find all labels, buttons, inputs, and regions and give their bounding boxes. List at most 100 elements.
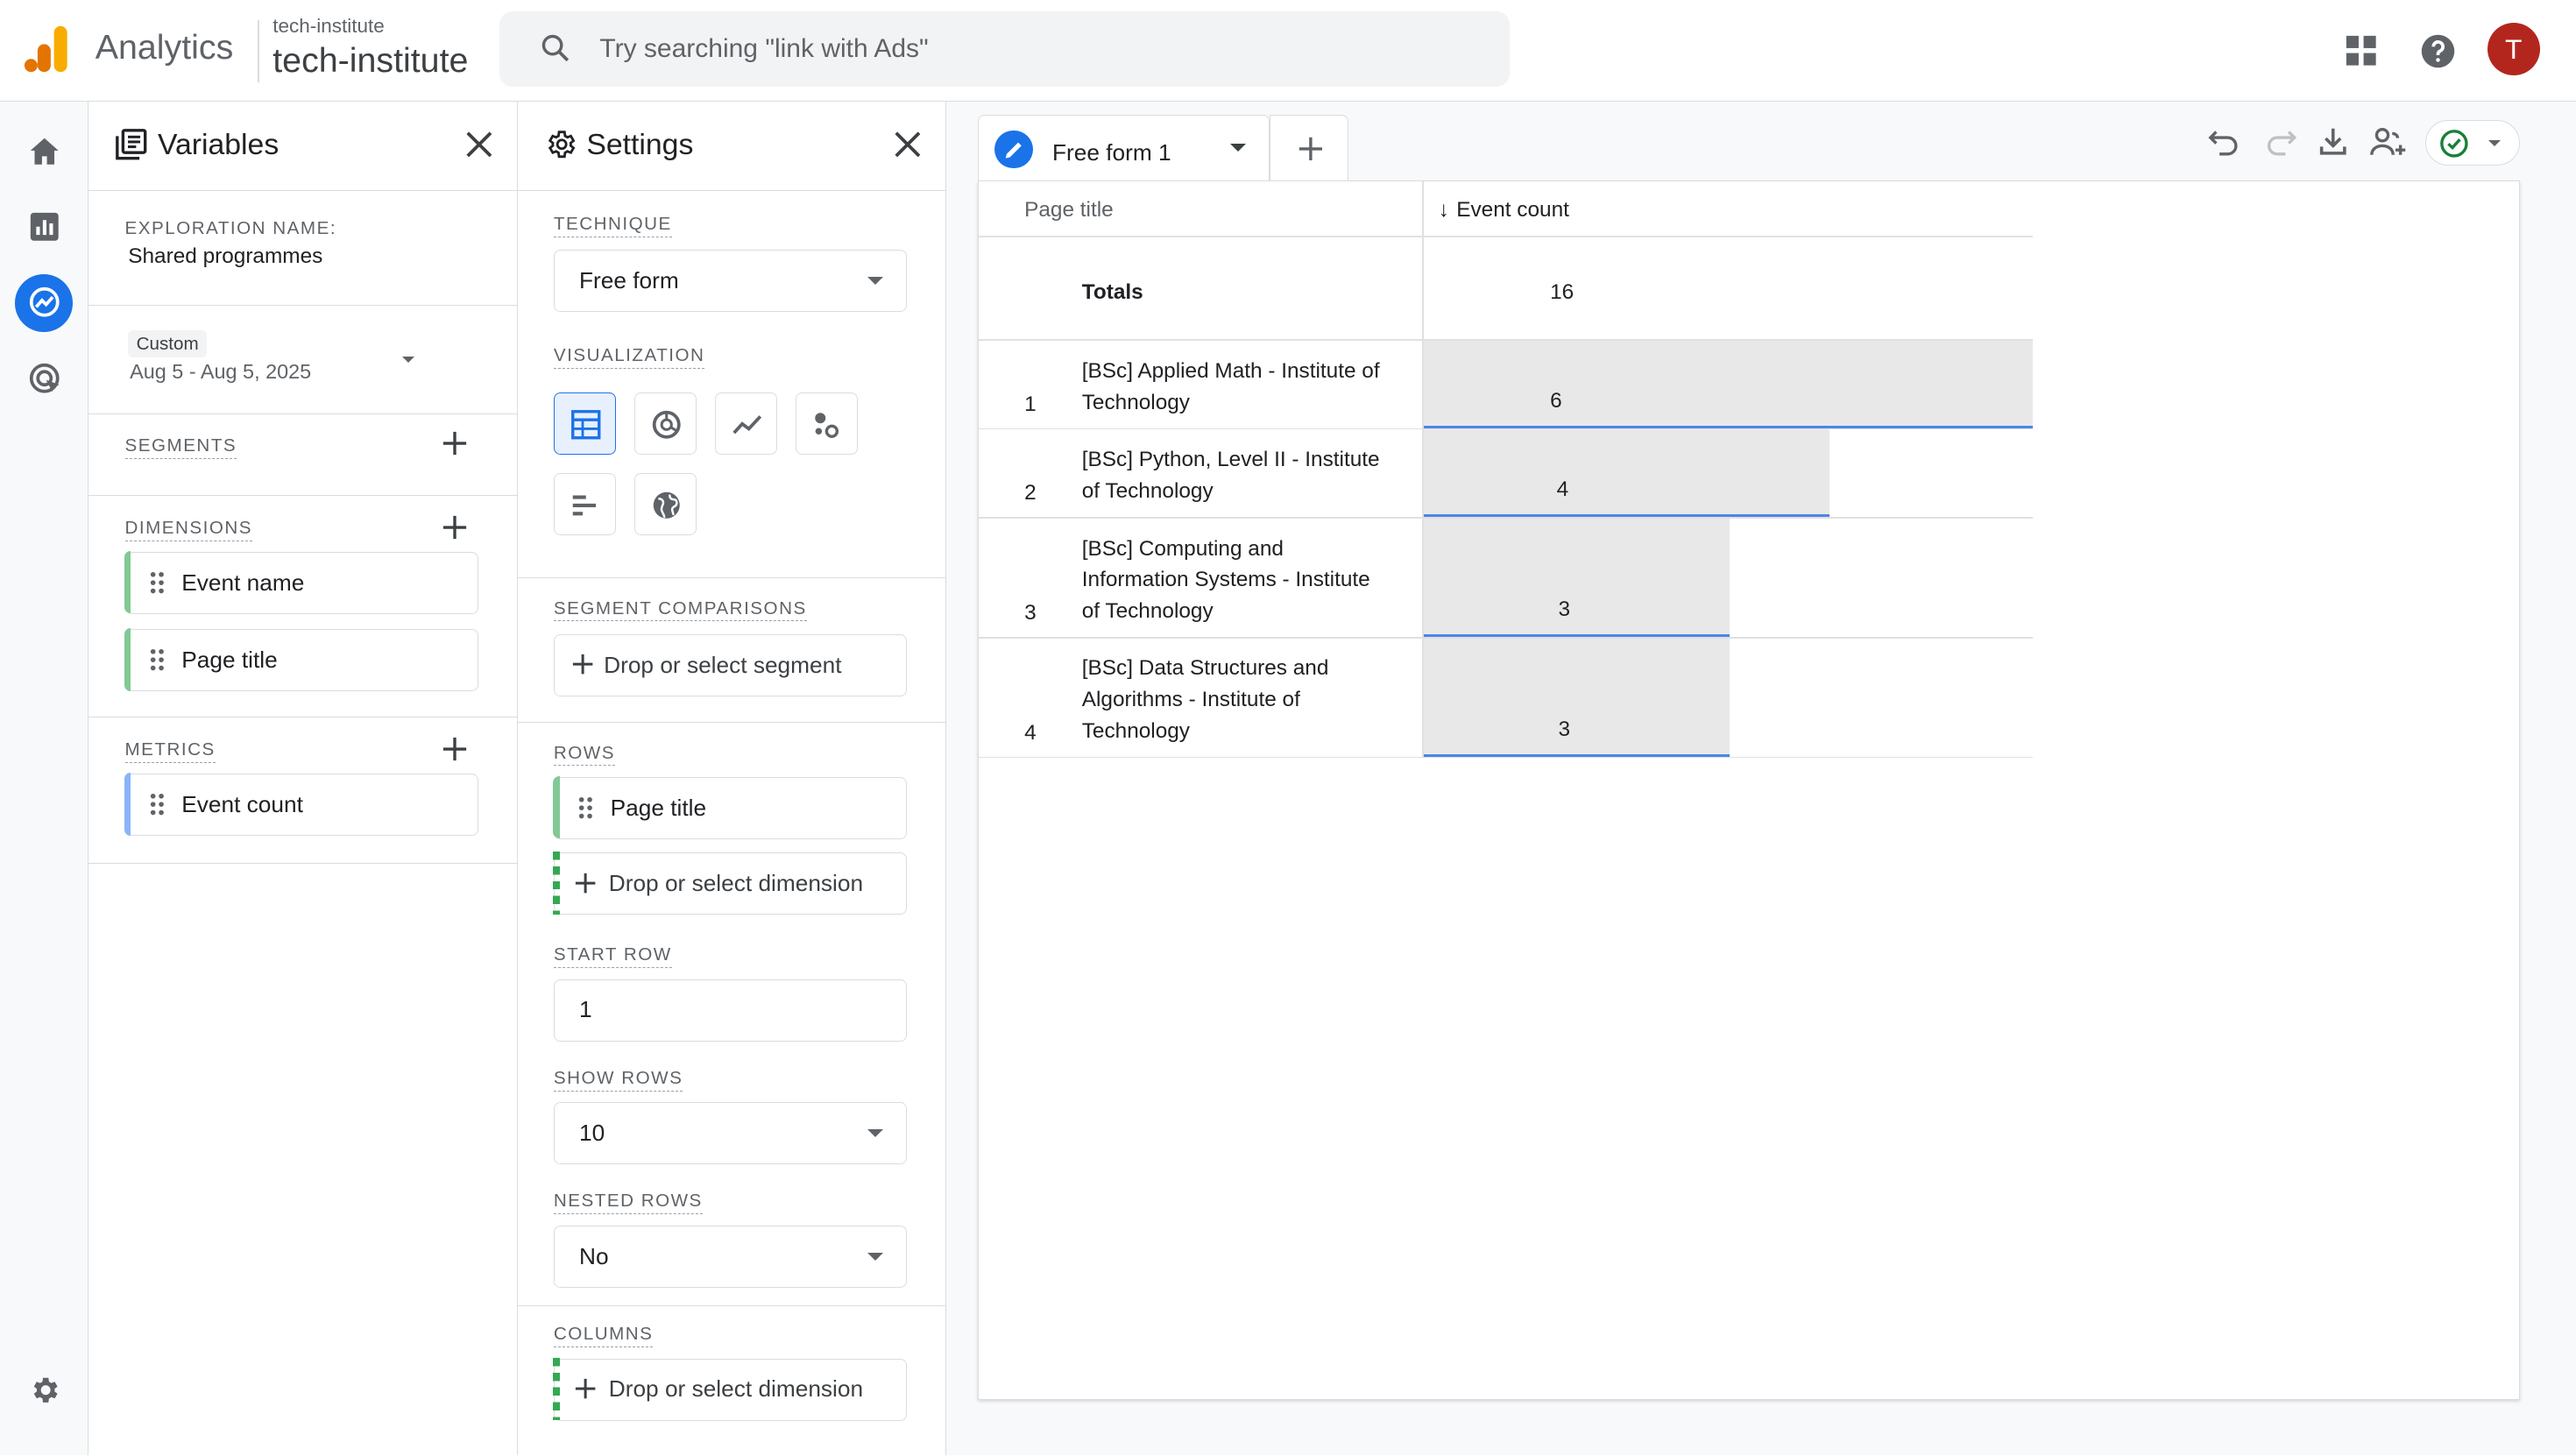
reports-icon[interactable] xyxy=(28,210,61,244)
date-range-section[interactable]: Custom Aug 5 - Aug 5, 2025 xyxy=(88,306,517,414)
nested-rows-select[interactable]: No xyxy=(553,1225,907,1288)
rows-section: ROWS Page title Drop or select dimension… xyxy=(517,723,945,1306)
plus-icon xyxy=(571,653,594,675)
chevron-down-icon[interactable] xyxy=(402,356,415,363)
show-rows-select[interactable]: 10 xyxy=(553,1102,907,1165)
drop-zone-marker xyxy=(553,1357,560,1420)
admin-gear-icon[interactable] xyxy=(28,1374,61,1407)
line-chart-icon[interactable] xyxy=(714,392,777,456)
close-icon[interactable] xyxy=(464,130,494,159)
date-custom-badge: Custom xyxy=(128,329,208,358)
rows-label: ROWS xyxy=(553,743,615,767)
row-divider xyxy=(978,636,2034,639)
metric-label: Event count xyxy=(181,790,303,817)
publish-status-button[interactable] xyxy=(2424,119,2521,166)
home-icon[interactable] xyxy=(28,135,61,168)
dimensions-section: DIMENSIONS Event name Page title xyxy=(88,496,517,718)
scatter-plot-icon[interactable] xyxy=(795,392,858,456)
avatar[interactable]: T xyxy=(2487,23,2540,76)
row-dimension-chip[interactable]: Page title xyxy=(553,776,907,840)
show-rows-label: SHOW ROWS xyxy=(553,1068,683,1092)
dimension-color-bar xyxy=(124,551,131,614)
apps-grid-icon[interactable] xyxy=(2345,28,2378,67)
event-count-cell: 6 xyxy=(1550,388,1562,413)
technique-label: TECHNIQUE xyxy=(553,214,672,237)
edit-pencil-icon[interactable] xyxy=(994,131,1033,169)
column-drop-zone[interactable]: Drop or select dimension xyxy=(553,1357,907,1421)
bar-chart-icon[interactable] xyxy=(553,473,617,536)
metric-chip[interactable]: Event count xyxy=(124,773,478,837)
page-title-cell[interactable]: [BSc] Computing and xyxy=(1082,534,1284,565)
dimension-chip[interactable]: Page title xyxy=(124,628,478,692)
add-dimension-icon[interactable] xyxy=(442,514,468,541)
page-title-cell[interactable]: Technology xyxy=(1082,716,1190,747)
publish-check-icon xyxy=(2439,130,2468,158)
exploration-name-input[interactable]: Shared programmes xyxy=(128,244,322,269)
help-icon[interactable] xyxy=(2418,28,2458,71)
page-title-cell[interactable]: [BSc] Python, Level II - Institute xyxy=(1082,444,1380,476)
donut-chart-icon[interactable] xyxy=(633,392,697,456)
add-tab-button[interactable] xyxy=(1270,115,1349,181)
row-number: 3 xyxy=(1024,600,1037,625)
start-row-label: START ROW xyxy=(553,944,672,968)
download-icon[interactable] xyxy=(2317,125,2350,159)
account-name[interactable]: tech-institute xyxy=(272,15,385,38)
start-row-input[interactable]: 1 xyxy=(553,979,907,1042)
segment-drop-zone[interactable]: Drop or select segment xyxy=(553,633,907,696)
table-icon[interactable] xyxy=(553,392,617,456)
metric-bar xyxy=(1423,638,1730,757)
column-header-event-count[interactable]: Event count xyxy=(1456,198,1569,223)
app-name: Analytics xyxy=(95,27,234,67)
search-bar[interactable]: Try searching "link with Ads" xyxy=(499,11,1511,88)
row-divider xyxy=(978,236,2034,237)
page-title-cell[interactable]: Algorithms - Institute of xyxy=(1082,684,1300,716)
page-title-cell[interactable]: [BSc] Data Structures and xyxy=(1082,653,1329,684)
row-divider xyxy=(978,516,2034,519)
add-segment-icon[interactable] xyxy=(442,430,468,456)
drag-handle-icon[interactable] xyxy=(149,793,166,816)
undo-icon[interactable] xyxy=(2208,125,2241,159)
geo-map-icon[interactable] xyxy=(633,473,697,536)
metric-bar xyxy=(1423,429,1829,517)
tab-free-form[interactable]: Free form 1 xyxy=(977,115,1270,181)
nested-rows-label: NESTED ROWS xyxy=(553,1191,703,1215)
columns-label: COLUMNS xyxy=(553,1324,654,1348)
technique-select[interactable]: Free form xyxy=(553,250,907,313)
page-title-cell[interactable]: [BSc] Applied Math - Institute of xyxy=(1082,356,1380,387)
add-metric-icon[interactable] xyxy=(442,736,468,762)
dimension-label: Page title xyxy=(181,646,278,673)
column-header-page-title[interactable]: Page title xyxy=(1024,198,1114,223)
page-title-cell[interactable]: of Technology xyxy=(1082,476,1214,507)
dimension-label: Event name xyxy=(181,569,305,596)
event-count-cell: 4 xyxy=(1556,477,1569,501)
sort-arrow-icon[interactable]: ↓ xyxy=(1439,198,1449,223)
event-count-cell: 3 xyxy=(1558,717,1571,741)
redo-icon[interactable] xyxy=(2264,125,2297,159)
drop-zone-marker xyxy=(553,852,560,915)
plus-icon xyxy=(574,872,597,894)
search-input[interactable]: Try searching "link with Ads" xyxy=(599,34,928,64)
drag-handle-icon[interactable] xyxy=(149,648,166,671)
chevron-down-icon xyxy=(867,1129,883,1137)
drag-handle-icon[interactable] xyxy=(149,571,166,594)
settings-title: Settings xyxy=(586,128,694,162)
share-icon[interactable] xyxy=(2369,125,2409,159)
metric-color-bar xyxy=(124,773,131,836)
metrics-section: METRICS Event count xyxy=(88,717,517,865)
page-title-cell[interactable]: Information Systems - Institute xyxy=(1082,564,1370,596)
row-drop-zone[interactable]: Drop or select dimension xyxy=(553,852,907,915)
advertising-icon[interactable] xyxy=(28,362,64,398)
page-title-cell[interactable]: of Technology xyxy=(1082,596,1214,627)
top-app-bar: Analytics tech-institute tech-institute … xyxy=(0,0,2576,102)
explore-icon[interactable] xyxy=(28,286,61,319)
page-title-cell[interactable]: Technology xyxy=(1082,387,1190,419)
property-name[interactable]: tech-institute xyxy=(272,41,468,81)
analytics-logo-icon[interactable] xyxy=(23,23,69,75)
columns-section: COLUMNS Drop or select dimension xyxy=(518,1306,945,1456)
chevron-down-icon[interactable] xyxy=(1229,144,1246,152)
dimension-chip[interactable]: Event name xyxy=(124,551,478,615)
date-range-text[interactable]: Aug 5 - Aug 5, 2025 xyxy=(130,360,311,384)
close-icon[interactable] xyxy=(893,130,923,159)
nested-rows-value: No xyxy=(579,1242,609,1269)
drag-handle-icon[interactable] xyxy=(577,796,594,819)
